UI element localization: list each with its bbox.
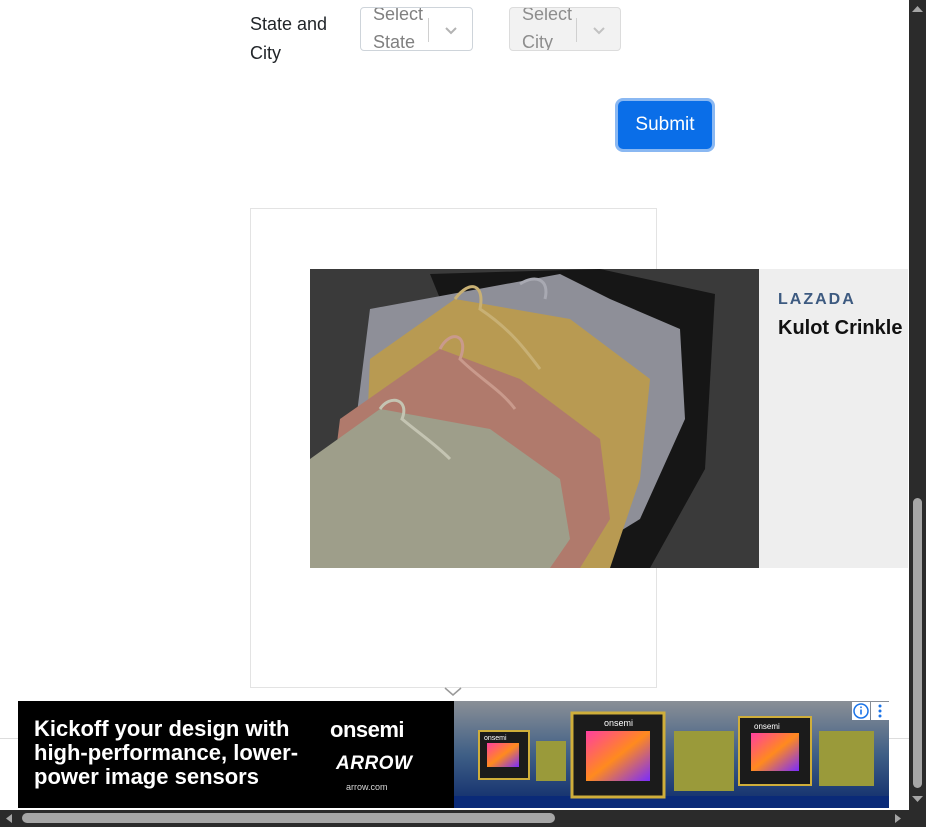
select-separator [576, 18, 577, 42]
city-select-value: Select City [522, 7, 573, 51]
divider [0, 738, 18, 739]
onsemi-logo: onsemi [330, 717, 405, 742]
city-select[interactable]: Select City [509, 7, 621, 51]
ad-product-image[interactable] [310, 269, 759, 568]
scroll-right-arrow-icon[interactable] [891, 811, 905, 826]
banner-ad[interactable]: Kickoff your design with high-performanc… [18, 701, 889, 808]
ad-title[interactable]: Kulot Crinkle [778, 317, 902, 340]
chevron-down-icon[interactable] [591, 22, 607, 38]
collapse-chevron-icon[interactable] [443, 686, 463, 698]
kebab-menu-icon[interactable] [871, 702, 889, 720]
ad-text-panel[interactable]: LAZADA Kulot Crinkle [759, 269, 908, 568]
chip-label: onsemi [484, 735, 507, 742]
folded-pants-image [310, 269, 759, 568]
banner-headline: Kickoff your design with high-performanc… [34, 716, 299, 789]
state-select-value: Select State [373, 7, 424, 51]
horizontal-scrollbar-thumb[interactable] [22, 813, 555, 823]
image-sensor-chips-visual: onsemi onsemi onsemi [454, 701, 889, 808]
divider [889, 738, 909, 739]
select-separator [428, 18, 429, 42]
vertical-scrollbar-thumb[interactable] [913, 498, 922, 788]
scroll-down-arrow-icon[interactable] [909, 792, 926, 806]
chip-label: onsemi [754, 722, 780, 731]
chevron-down-icon[interactable] [443, 22, 459, 38]
ad-brand: LAZADA [778, 291, 856, 308]
scroll-left-arrow-icon[interactable] [2, 811, 16, 826]
scroll-up-arrow-icon[interactable] [909, 2, 926, 16]
info-icon[interactable] [852, 702, 870, 720]
state-select[interactable]: Select State [360, 7, 473, 51]
submit-button[interactable]: Submit [618, 101, 712, 149]
arrow-logo: ARROW [336, 753, 413, 774]
state-city-label: State and City [250, 14, 328, 63]
banner-url: arrow.com [346, 782, 388, 792]
chip-label: onsemi [604, 718, 633, 728]
